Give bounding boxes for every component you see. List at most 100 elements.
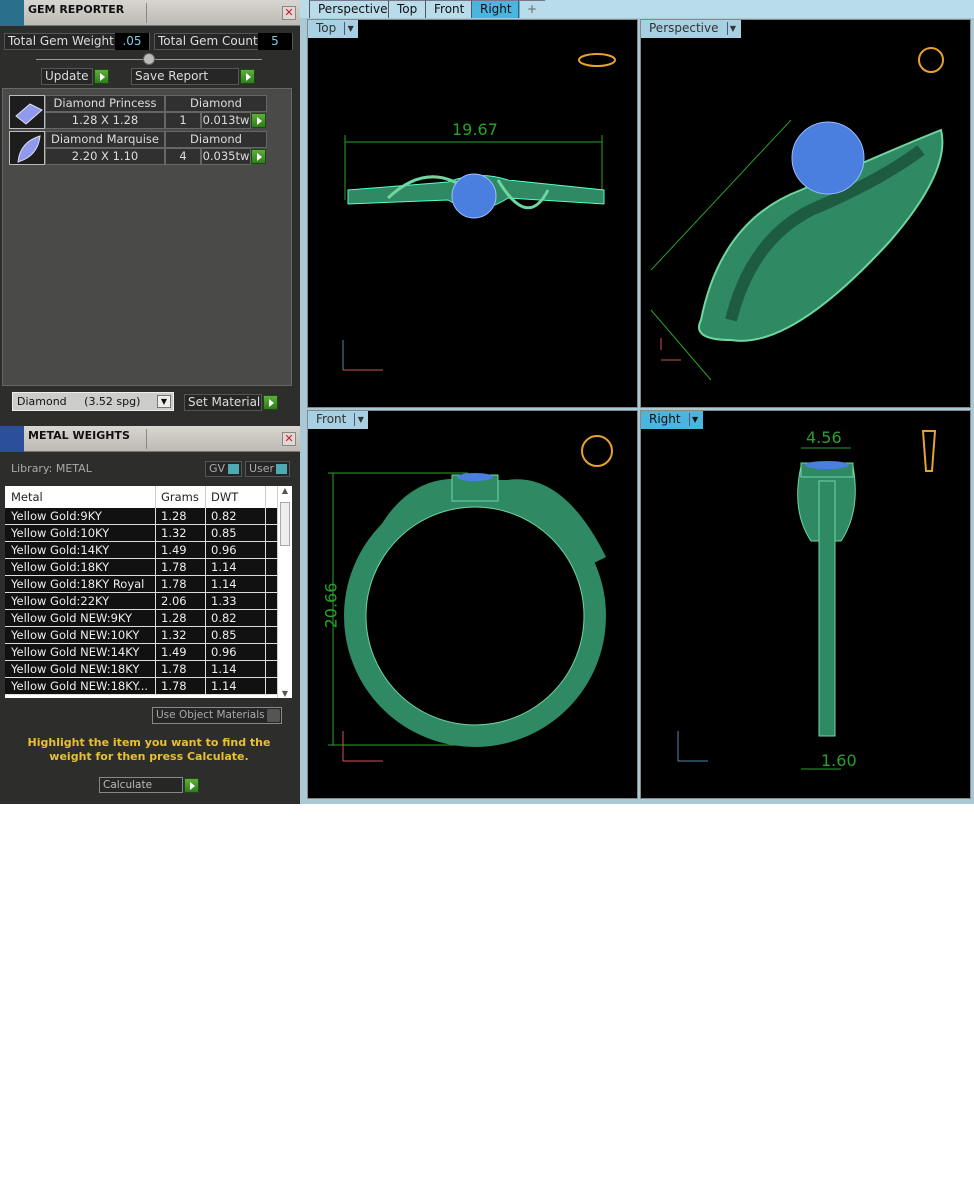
- chevron-down-icon[interactable]: ▼: [157, 395, 171, 408]
- table-cell: 1.78: [156, 678, 206, 694]
- table-row[interactable]: Yellow Gold NEW:18KY 1.78 1.14: [5, 661, 277, 678]
- table-row[interactable]: Yellow Gold NEW:10KY 1.32 0.85: [5, 627, 277, 644]
- viewport-right[interactable]: Right ▼ 4.56 1.60: [640, 410, 971, 799]
- table-row[interactable]: Yellow Gold NEW:18KY... 1.78 1.14: [5, 678, 277, 695]
- play-icon[interactable]: [263, 395, 278, 410]
- viewport-perspective[interactable]: Perspective ▼: [640, 19, 971, 408]
- dimension-height: 20.66: [321, 582, 341, 629]
- viewport-area: Perspective Top Front Right + Top ▼ 19.67…: [300, 0, 974, 804]
- total-gem-weight-value: .05: [115, 33, 149, 50]
- gem-row[interactable]: Diamond Marquise Diamond 2.20 X 1.10 4 0…: [9, 131, 267, 165]
- column-header-dwt[interactable]: DWT: [206, 486, 266, 508]
- play-icon[interactable]: [94, 69, 109, 84]
- table-cell: 1.14: [206, 661, 266, 677]
- metal-weights-title: METAL WEIGHTS: [28, 429, 130, 442]
- table-cell: 1.78: [156, 661, 206, 677]
- update-button[interactable]: Update: [41, 68, 93, 85]
- play-icon[interactable]: [251, 149, 266, 164]
- table-cell: Yellow Gold:18KY: [5, 559, 156, 575]
- gem-list: Diamond Princess Diamond 1.28 X 1.28 1 0…: [2, 88, 292, 386]
- add-tab-icon[interactable]: +: [518, 0, 546, 18]
- chevron-down-icon[interactable]: ▼: [354, 413, 366, 426]
- material-select[interactable]: Diamond (3.52 spg) ▼: [12, 392, 174, 411]
- scrollbar[interactable]: ▲ ▼: [277, 486, 292, 698]
- table-cell: 0.82: [206, 610, 266, 626]
- viewport-top-label[interactable]: Top ▼: [308, 20, 359, 38]
- close-icon[interactable]: ✕: [282, 432, 296, 446]
- chevron-down-icon[interactable]: ▼: [726, 22, 739, 35]
- table-row[interactable]: Yellow Gold:10KY 1.32 0.85: [5, 525, 277, 542]
- table-row[interactable]: Yellow Gold NEW:9KY 1.28 0.82: [5, 610, 277, 627]
- dimension-width: 4.56: [806, 428, 842, 447]
- play-icon[interactable]: [251, 113, 266, 128]
- user-label: User: [249, 462, 275, 475]
- table-row[interactable]: Yellow Gold:18KY 1.78 1.14: [5, 559, 277, 576]
- table-cell: Yellow Gold:10KY: [5, 525, 156, 541]
- play-icon[interactable]: [240, 69, 255, 84]
- gv-label: GV: [209, 462, 226, 475]
- gem-size: 2.20 X 1.10: [45, 148, 165, 165]
- tab-top[interactable]: Top: [388, 0, 426, 18]
- calculate-button[interactable]: Calculate: [99, 777, 183, 793]
- save-report-button[interactable]: Save Report: [131, 68, 239, 85]
- chevron-down-icon[interactable]: ▼: [688, 413, 701, 426]
- scroll-down-icon[interactable]: ▼: [278, 689, 292, 698]
- table-cell: 0.96: [206, 542, 266, 558]
- table-cell: Yellow Gold:14KY: [5, 542, 156, 558]
- table-cell: Yellow Gold:22KY: [5, 593, 156, 609]
- table-cell: Yellow Gold NEW:14KY: [5, 644, 156, 660]
- viewport-perspective-title: Perspective: [649, 21, 719, 35]
- viewport-front-title: Front: [316, 412, 347, 426]
- collapse-handle[interactable]: [143, 53, 155, 65]
- table-cell: 1.28: [156, 508, 206, 524]
- gem-material: Diamond: [165, 95, 267, 112]
- use-object-materials-toggle[interactable]: Use Object Materials: [152, 707, 282, 724]
- column-header-metal[interactable]: Metal: [5, 486, 156, 508]
- table-cell: 1.32: [156, 627, 206, 643]
- tab-perspective[interactable]: Perspective: [309, 0, 396, 18]
- viewport-front-label[interactable]: Front ▼: [308, 411, 369, 429]
- hint-text: Highlight the item you want to find the …: [27, 736, 271, 763]
- table-cell: 1.14: [206, 576, 266, 592]
- dimension-width: 19.67: [452, 120, 498, 139]
- princess-diamond-icon: [9, 95, 45, 129]
- table-cell: 1.32: [156, 525, 206, 541]
- scroll-up-icon[interactable]: ▲: [278, 486, 292, 495]
- table-row[interactable]: Yellow Gold NEW:14KY 1.49 0.96: [5, 644, 277, 661]
- gv-toggle[interactable]: GV: [205, 461, 242, 477]
- user-toggle[interactable]: User: [245, 461, 290, 477]
- material-select-value: Diamond (3.52 spg): [17, 395, 141, 408]
- viewport-front[interactable]: Front ▼ 20.66: [307, 410, 638, 799]
- tab-right[interactable]: Right: [471, 0, 520, 18]
- viewport-perspective-label[interactable]: Perspective ▼: [641, 20, 741, 38]
- tab-front[interactable]: Front: [425, 0, 473, 18]
- use-object-materials-label: Use Object Materials: [156, 709, 265, 721]
- gem-row[interactable]: Diamond Princess Diamond 1.28 X 1.28 1 0…: [9, 95, 267, 129]
- table-row[interactable]: Yellow Gold:18KY Royal 1.78 1.14: [5, 576, 277, 593]
- play-icon[interactable]: [184, 778, 199, 793]
- table-cell: Yellow Gold NEW:9KY: [5, 610, 156, 626]
- viewport-tabs: Perspective Top Front Right +: [300, 0, 974, 18]
- gem-material: Diamond: [165, 131, 267, 148]
- gem-reporter-titlebar: GEM REPORTER ✕: [0, 0, 300, 26]
- table-cell: 1.28: [156, 610, 206, 626]
- table-cell: 0.85: [206, 627, 266, 643]
- chevron-down-icon[interactable]: ▼: [344, 22, 356, 35]
- table-cell: 1.14: [206, 559, 266, 575]
- close-icon[interactable]: ✕: [282, 6, 296, 20]
- column-header-grams[interactable]: Grams: [156, 486, 206, 508]
- scroll-thumb[interactable]: [280, 502, 290, 546]
- viewport-top[interactable]: Top ▼ 19.67: [307, 19, 638, 408]
- left-panel: GEM REPORTER ✕ Total Gem Weight .05 Tota…: [0, 0, 300, 804]
- table-row[interactable]: Yellow Gold:14KY 1.49 0.96: [5, 542, 277, 559]
- table-cell: 1.78: [156, 559, 206, 575]
- table-row[interactable]: Yellow Gold:9KY 1.28 0.82: [5, 508, 277, 525]
- gem-count: 1: [165, 112, 201, 129]
- viewport-top-title: Top: [316, 21, 337, 35]
- metal-weights-titlebar: METAL WEIGHTS ✕: [0, 426, 300, 452]
- viewport-right-label[interactable]: Right ▼: [641, 411, 703, 429]
- gem-name: Diamond Princess: [45, 95, 165, 112]
- table-row[interactable]: Yellow Gold:22KY 2.06 1.33: [5, 593, 277, 610]
- set-material-button[interactable]: Set Material: [184, 394, 262, 411]
- viewport-right-title: Right: [649, 412, 681, 426]
